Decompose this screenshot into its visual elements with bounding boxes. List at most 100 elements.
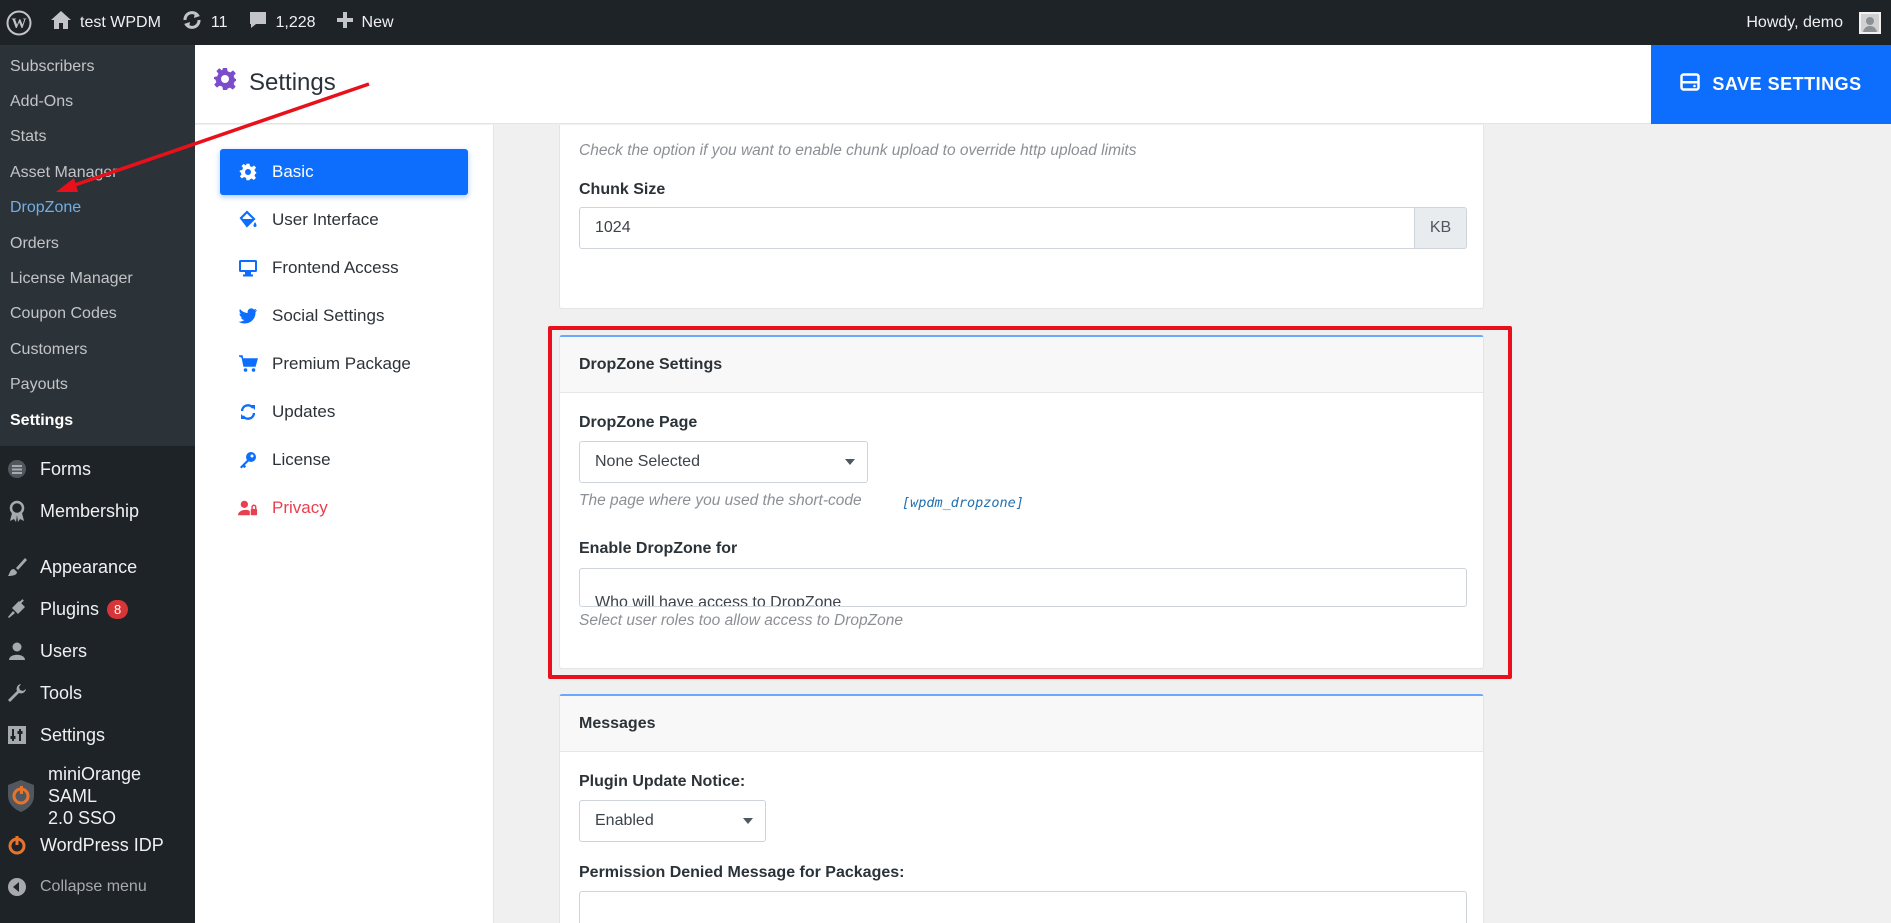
page-title: Settings <box>213 67 336 98</box>
collapse-menu-button[interactable]: Collapse menu <box>0 866 195 908</box>
menu-label-users: Users <box>40 640 88 661</box>
updates-count: 11 <box>210 13 228 31</box>
settings-tab-frontend-access[interactable]: Frontend Access <box>220 245 468 291</box>
settings-nav: Basic User Interface Frontend Access Soc… <box>195 125 494 923</box>
submenu-item-subscribers[interactable]: Subscribers <box>0 49 195 84</box>
svg-text:W: W <box>12 16 27 32</box>
menu-item-users[interactable]: Users <box>0 630 195 672</box>
miniorange-power-icon <box>6 834 28 856</box>
users-icon <box>6 640 28 662</box>
chunk-size-unit: KB <box>1415 207 1467 249</box>
chunk-size-input[interactable]: 1024 <box>579 207 1415 249</box>
home-icon <box>50 10 72 35</box>
settings-tab-user-interface[interactable]: User Interface <box>220 197 468 243</box>
admin-bar: W test WPDM 11 1,228 New Howdy, demo <box>0 0 1891 45</box>
menu-label-forms: Forms <box>40 458 91 479</box>
settings-content: Check the option if you want to enable c… <box>495 125 1891 923</box>
submenu-item-payouts[interactable]: Payouts <box>0 368 195 403</box>
twitter-icon <box>238 307 258 325</box>
settings-tab-social-settings[interactable]: Social Settings <box>220 293 468 339</box>
dropzone-page-hint: The page where you used the short-code <box>579 492 862 509</box>
settings-tab-privacy[interactable]: Privacy <box>220 485 468 531</box>
settings-tab-basic[interactable]: Basic <box>220 149 468 195</box>
menu-label-wordpress-idp: WordPress IDP <box>40 834 164 855</box>
site-name-link[interactable]: test WPDM <box>40 0 171 45</box>
collapse-arrow-icon <box>6 876 28 898</box>
settings-tab-label: Social Settings <box>272 306 385 325</box>
howdy-text: Howdy, demo <box>1746 13 1843 31</box>
wordpress-logo-icon[interactable]: W <box>0 0 40 45</box>
wrench-icon <box>6 682 28 704</box>
miniorange-shield-icon <box>6 780 36 813</box>
settings-tab-updates[interactable]: Updates <box>220 389 468 435</box>
settings-tab-label: Privacy <box>272 498 328 517</box>
submenu-item-settings[interactable]: Settings <box>0 403 195 438</box>
menu-label-miniorange-line2: 2.0 SSO <box>48 808 117 829</box>
enable-dropzone-label: Enable DropZone for <box>579 540 738 557</box>
forms-icon <box>6 458 28 480</box>
settings-tab-premium-package[interactable]: Premium Package <box>220 341 468 387</box>
menu-item-appearance[interactable]: Appearance <box>0 546 195 588</box>
submenu-item-customers[interactable]: Customers <box>0 332 195 367</box>
submenu-item-license-manager[interactable]: License Manager <box>0 261 195 296</box>
save-settings-button[interactable]: SAVE SETTINGS <box>1651 45 1891 124</box>
menu-item-miniorange-saml[interactable]: miniOrange SAML 2.0 SSO <box>0 764 195 828</box>
avatar <box>1859 11 1881 34</box>
submenu-item-orders[interactable]: Orders <box>0 226 195 261</box>
menu-label-tools: Tools <box>40 682 83 703</box>
submenu-item-add-ons[interactable]: Add-Ons <box>0 84 195 119</box>
new-content-link[interactable]: New <box>326 0 404 45</box>
my-account-link[interactable]: Howdy, demo <box>1736 0 1891 45</box>
gear-icon <box>213 67 237 98</box>
submenu-item-dropzone[interactable]: DropZone <box>0 191 195 226</box>
menu-item-membership[interactable]: Membership <box>0 490 195 532</box>
menu-item-settings[interactable]: Settings <box>0 714 195 756</box>
settings-tab-label: Basic <box>272 162 314 181</box>
chunk-size-label: Chunk Size <box>579 181 666 198</box>
enable-dropzone-roles-input[interactable]: Who will have access to DropZone <box>579 568 1467 607</box>
award-icon <box>6 500 28 523</box>
submenu-item-coupon-codes[interactable]: Coupon Codes <box>0 297 195 332</box>
messages-heading: Messages <box>560 696 1483 752</box>
desktop-icon <box>238 259 258 277</box>
updates-link[interactable]: 11 <box>171 0 238 45</box>
menu-label-plugins: Plugins <box>40 598 100 619</box>
hard-drive-icon <box>1680 73 1701 96</box>
plugin-update-notice-value: Enabled <box>595 812 654 829</box>
dropzone-page-value: None Selected <box>595 453 700 470</box>
plugins-update-badge: 8 <box>107 599 129 619</box>
user-lock-icon <box>238 499 258 517</box>
chevron-down-icon <box>845 459 855 465</box>
menu-label-collapse: Collapse menu <box>40 878 147 896</box>
menu-item-wordpress-idp[interactable]: WordPress IDP <box>0 824 195 866</box>
plus-icon <box>336 11 354 34</box>
menu-label-membership: Membership <box>40 500 140 521</box>
settings-tab-label: License <box>272 450 331 469</box>
menu-label-appearance: Appearance <box>40 556 138 577</box>
upload-settings-panel: Check the option if you want to enable c… <box>559 125 1484 309</box>
new-label: New <box>361 13 394 31</box>
messages-panel: Messages Plugin Update Notice: Enabled P… <box>559 694 1484 923</box>
comment-icon <box>248 10 268 35</box>
submenu-item-asset-manager[interactable]: Asset Manager <box>0 155 195 190</box>
dropzone-page-select[interactable]: None Selected <box>579 441 868 483</box>
menu-item-plugins[interactable]: Plugins 8 <box>0 588 195 630</box>
menu-label-miniorange-line1: miniOrange SAML <box>48 764 142 807</box>
permission-denied-message-input[interactable] <box>579 891 1467 923</box>
submenu-item-stats[interactable]: Stats <box>0 120 195 155</box>
menu-item-forms[interactable]: Forms <box>0 448 195 490</box>
plugin-update-notice-label: Plugin Update Notice: <box>579 773 746 790</box>
site-name: test WPDM <box>80 13 161 31</box>
dropzone-page-label: DropZone Page <box>579 414 698 431</box>
plugin-update-notice-select[interactable]: Enabled <box>579 800 766 842</box>
dropzone-shortcode: [wpdm_dropzone] <box>902 495 1024 511</box>
paint-bucket-icon <box>238 210 258 230</box>
gear-icon <box>238 163 258 181</box>
menu-item-tools[interactable]: Tools <box>0 672 195 714</box>
settings-tab-label: User Interface <box>272 210 379 229</box>
comments-count: 1,228 <box>275 13 316 31</box>
cart-icon <box>238 355 258 373</box>
enable-dropzone-hint: Select user roles too allow access to Dr… <box>579 612 903 629</box>
comments-link[interactable]: 1,228 <box>238 0 326 45</box>
settings-tab-license[interactable]: License <box>220 437 468 483</box>
